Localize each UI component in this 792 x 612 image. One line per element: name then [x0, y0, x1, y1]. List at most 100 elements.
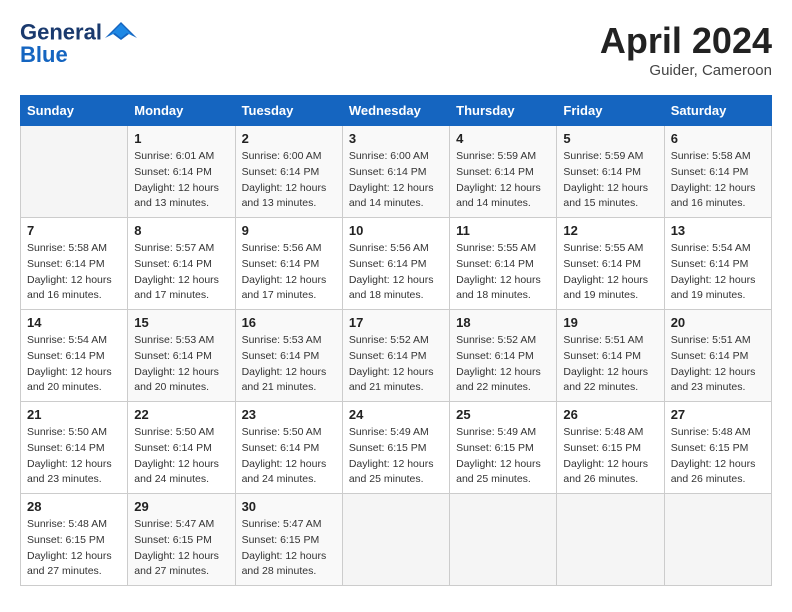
column-header-tuesday: Tuesday	[235, 96, 342, 126]
day-number: 25	[456, 407, 550, 422]
day-cell	[664, 494, 771, 586]
day-info: Sunrise: 5:49 AMSunset: 6:15 PMDaylight:…	[349, 425, 443, 488]
day-number: 7	[27, 223, 121, 238]
day-info: Sunrise: 5:55 AMSunset: 6:14 PMDaylight:…	[563, 241, 657, 304]
day-info: Sunrise: 5:53 AMSunset: 6:14 PMDaylight:…	[242, 333, 336, 396]
day-number: 9	[242, 223, 336, 238]
column-header-friday: Friday	[557, 96, 664, 126]
day-number: 2	[242, 131, 336, 146]
day-cell: 13 Sunrise: 5:54 AMSunset: 6:14 PMDayligh…	[664, 218, 771, 310]
day-number: 29	[134, 499, 228, 514]
day-info: Sunrise: 5:54 AMSunset: 6:14 PMDaylight:…	[671, 241, 765, 304]
day-info: Sunrise: 5:59 AMSunset: 6:14 PMDaylight:…	[456, 149, 550, 212]
day-cell: 27Sunrise: 5:48 AMSunset: 6:15 PMDayligh…	[664, 402, 771, 494]
day-number: 19	[563, 315, 657, 330]
column-header-sunday: Sunday	[21, 96, 128, 126]
day-info: Sunrise: 5:47 AMSunset: 6:15 PMDaylight:…	[134, 517, 228, 580]
day-cell: 11 Sunrise: 5:55 AMSunset: 6:14 PMDayligh…	[450, 218, 557, 310]
month-title: April 2024	[600, 20, 772, 62]
day-number: 3	[349, 131, 443, 146]
day-number: 24	[349, 407, 443, 422]
day-info: Sunrise: 6:00 AMSunset: 6:14 PMDaylight:…	[349, 149, 443, 212]
day-cell: 28 Sunrise: 5:48 AMSunset: 6:15 PMDayligh…	[21, 494, 128, 586]
day-cell: 21 Sunrise: 5:50 AMSunset: 6:14 PMDayligh…	[21, 402, 128, 494]
day-number: 21	[27, 407, 121, 422]
day-cell	[342, 494, 449, 586]
day-cell	[557, 494, 664, 586]
day-number: 13	[671, 223, 765, 238]
day-number: 6	[671, 131, 765, 146]
day-number: 27	[671, 407, 765, 422]
day-cell: 5Sunrise: 5:59 AMSunset: 6:14 PMDaylight…	[557, 126, 664, 218]
day-cell: 29 Sunrise: 5:47 AMSunset: 6:15 PMDayligh…	[128, 494, 235, 586]
day-number: 22	[134, 407, 228, 422]
day-number: 4	[456, 131, 550, 146]
day-number: 11	[456, 223, 550, 238]
calendar-table: SundayMondayTuesdayWednesdayThursdayFrid…	[20, 95, 772, 586]
day-cell: 18 Sunrise: 5:52 AMSunset: 6:14 PMDayligh…	[450, 310, 557, 402]
day-number: 12	[563, 223, 657, 238]
day-cell: 25 Sunrise: 5:49 AMSunset: 6:15 PMDayligh…	[450, 402, 557, 494]
title-block: April 2024 Guider, Cameroon	[600, 20, 772, 79]
day-info: Sunrise: 6:00 AMSunset: 6:14 PMDaylight:…	[242, 149, 336, 212]
day-info: Sunrise: 5:50 AMSunset: 6:14 PMDaylight:…	[134, 425, 228, 488]
day-info: Sunrise: 5:48 AMSunset: 6:15 PMDaylight:…	[27, 517, 121, 580]
week-row-2: 7 Sunrise: 5:58 AMSunset: 6:14 PMDaylight…	[21, 218, 772, 310]
day-number: 14	[27, 315, 121, 330]
day-cell: 3 Sunrise: 6:00 AMSunset: 6:14 PMDaylight…	[342, 126, 449, 218]
day-info: Sunrise: 5:56 AMSunset: 6:14 PMDaylight:…	[242, 241, 336, 304]
day-cell: 22 Sunrise: 5:50 AMSunset: 6:14 PMDayligh…	[128, 402, 235, 494]
week-row-3: 14 Sunrise: 5:54 AMSunset: 6:14 PMDayligh…	[21, 310, 772, 402]
day-cell: 7 Sunrise: 5:58 AMSunset: 6:14 PMDaylight…	[21, 218, 128, 310]
day-info: Sunrise: 5:48 AMSunset: 6:15 PMDaylight:…	[563, 425, 657, 488]
day-cell: 14 Sunrise: 5:54 AMSunset: 6:14 PMDayligh…	[21, 310, 128, 402]
day-cell: 23 Sunrise: 5:50 AMSunset: 6:14 PMDayligh…	[235, 402, 342, 494]
day-cell: 19 Sunrise: 5:51 AMSunset: 6:14 PMDayligh…	[557, 310, 664, 402]
day-info: Sunrise: 5:51 AMSunset: 6:14 PMDaylight:…	[563, 333, 657, 396]
day-info: Sunrise: 5:57 AMSunset: 6:14 PMDaylight:…	[134, 241, 228, 304]
day-cell: 16 Sunrise: 5:53 AMSunset: 6:14 PMDayligh…	[235, 310, 342, 402]
day-cell: 4 Sunrise: 5:59 AMSunset: 6:14 PMDaylight…	[450, 126, 557, 218]
day-info: Sunrise: 5:49 AMSunset: 6:15 PMDaylight:…	[456, 425, 550, 488]
day-info: Sunrise: 5:51 AMSunset: 6:14 PMDaylight:…	[671, 333, 765, 396]
week-row-5: 28 Sunrise: 5:48 AMSunset: 6:15 PMDayligh…	[21, 494, 772, 586]
day-number: 5	[563, 131, 657, 146]
day-info: Sunrise: 5:52 AMSunset: 6:14 PMDaylight:…	[349, 333, 443, 396]
day-number: 30	[242, 499, 336, 514]
header-row: SundayMondayTuesdayWednesdayThursdayFrid…	[21, 96, 772, 126]
day-number: 15	[134, 315, 228, 330]
day-info: Sunrise: 5:50 AMSunset: 6:14 PMDaylight:…	[242, 425, 336, 488]
day-number: 28	[27, 499, 121, 514]
day-cell: 24 Sunrise: 5:49 AMSunset: 6:15 PMDayligh…	[342, 402, 449, 494]
day-info: Sunrise: 5:50 AMSunset: 6:14 PMDaylight:…	[27, 425, 121, 488]
column-header-wednesday: Wednesday	[342, 96, 449, 126]
day-cell: 10Sunrise: 5:56 AMSunset: 6:14 PMDayligh…	[342, 218, 449, 310]
day-number: 23	[242, 407, 336, 422]
location-subtitle: Guider, Cameroon	[600, 62, 772, 79]
week-row-1: 1Sunrise: 6:01 AMSunset: 6:14 PMDaylight…	[21, 126, 772, 218]
day-info: Sunrise: 5:55 AMSunset: 6:14 PMDaylight:…	[456, 241, 550, 304]
day-info: Sunrise: 5:58 AMSunset: 6:14 PMDaylight:…	[27, 241, 121, 304]
day-cell: 15Sunrise: 5:53 AMSunset: 6:14 PMDayligh…	[128, 310, 235, 402]
day-info: Sunrise: 5:54 AMSunset: 6:14 PMDaylight:…	[27, 333, 121, 396]
day-cell: 1Sunrise: 6:01 AMSunset: 6:14 PMDaylight…	[128, 126, 235, 218]
day-number: 17	[349, 315, 443, 330]
page-header: General Blue April 2024 Guider, Cameroon	[20, 20, 772, 79]
column-header-saturday: Saturday	[664, 96, 771, 126]
day-number: 16	[242, 315, 336, 330]
column-header-monday: Monday	[128, 96, 235, 126]
day-info: Sunrise: 5:52 AMSunset: 6:14 PMDaylight:…	[456, 333, 550, 396]
day-number: 26	[563, 407, 657, 422]
day-cell: 8Sunrise: 5:57 AMSunset: 6:14 PMDaylight…	[128, 218, 235, 310]
day-cell: 9 Sunrise: 5:56 AMSunset: 6:14 PMDaylight…	[235, 218, 342, 310]
day-cell: 17 Sunrise: 5:52 AMSunset: 6:14 PMDayligh…	[342, 310, 449, 402]
logo-line2: Blue	[20, 43, 137, 67]
day-number: 20	[671, 315, 765, 330]
column-header-thursday: Thursday	[450, 96, 557, 126]
day-cell: 26 Sunrise: 5:48 AMSunset: 6:15 PMDayligh…	[557, 402, 664, 494]
day-number: 18	[456, 315, 550, 330]
logo: General Blue	[20, 20, 137, 67]
day-cell: 30Sunrise: 5:47 AMSunset: 6:15 PMDayligh…	[235, 494, 342, 586]
week-row-4: 21 Sunrise: 5:50 AMSunset: 6:14 PMDayligh…	[21, 402, 772, 494]
day-number: 10	[349, 223, 443, 238]
